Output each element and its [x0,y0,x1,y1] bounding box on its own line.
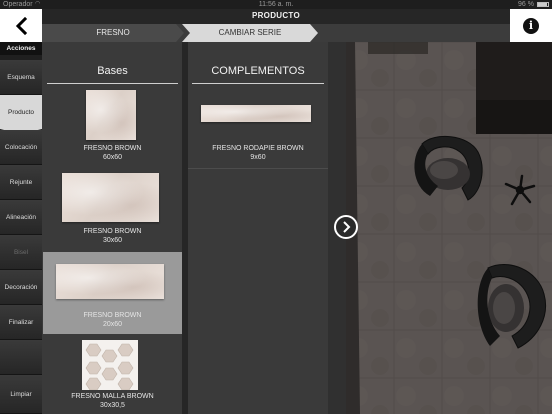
back-button[interactable] [0,9,42,42]
nav-item-label: Alineación [6,213,36,221]
info-button[interactable]: i [510,9,552,42]
battery-icon [537,2,549,7]
tile-size: 30x30,5 [100,402,125,409]
room-preview[interactable] [346,42,552,414]
app-root: Operador ◠ 11:56 a. m. 96 % PRODUCTO i F… [0,0,552,414]
nav-item-label: Bisel [13,248,29,256]
info-icon: i [523,17,539,34]
page-title: PRODUCTO [251,11,301,20]
change-series-button[interactable]: CAMBIAR SERIE [182,24,318,42]
tile-card[interactable]: FRESNO BROWN 60x60 [43,88,182,166]
nav-item-esquema[interactable]: Esquema [0,60,42,95]
tile-size: 60x60 [102,154,123,161]
bases-panel: Bases FRESNO BROWN 60x60 FRESNO BROWN 30… [43,42,182,414]
nav-item-label: Finalizar [8,318,34,326]
nav-item-label: Colocación [4,143,38,151]
battery-percent: 96 % [518,1,534,8]
tile-thumbnail [56,264,164,299]
tile-thumbnail [62,173,159,222]
tile-thumbnail [86,90,136,140]
next-button[interactable] [334,215,358,239]
tile-card[interactable]: FRESNO BROWN 30x60 [43,170,182,250]
chevron-left-icon [15,16,28,35]
tile-name: FRESNO MALLA BROWN [71,393,154,400]
tile-name: FRESNO BROWN [83,145,142,152]
nav-item-label: Rejunte [9,178,33,186]
nav-item-producto[interactable]: Producto [0,95,42,134]
tile-card[interactable]: FRESNO MALLA BROWN 30x30,5 [43,338,182,414]
nav-item-limpiar[interactable]: Limpiar [0,375,42,414]
hexagon-mosaic-thumbnail [82,340,138,390]
floor-render [346,42,552,414]
complement-size: 9x60 [250,154,266,161]
tile-size: 20x60 [102,321,123,328]
complement-name: FRESNO RODAPIE BROWN [212,145,304,152]
row-divider [188,168,328,169]
complement-card[interactable]: FRESNO RODAPIE BROWN 9x60 [188,102,328,166]
status-bar: Operador ◠ 11:56 a. m. 96 % [0,0,552,9]
complements-title: COMPLEMENTOS [211,65,305,77]
bases-title-divider [47,83,178,84]
clock-label: 11:56 a. m. [258,1,294,8]
nav-item-label: Decoración [4,283,38,291]
tile-name: FRESNO BROWN [83,312,142,319]
chevron-right-icon [343,221,351,233]
complements-title-divider [192,83,324,84]
nav-item-label: Esquema [7,73,35,81]
actions-heading: Acciones [0,42,42,55]
breadcrumb-series[interactable]: FRESNO [42,24,184,42]
nav-item-empty [0,340,42,375]
breadcrumb: FRESNO CAMBIAR SERIE [42,24,510,42]
nav-item-rejunte[interactable]: Rejunte [0,165,42,200]
complements-panel: COMPLEMENTOS FRESNO RODAPIE BROWN 9x60 [188,42,328,414]
tile-card-selected[interactable]: FRESNO BROWN 20x60 [43,252,182,334]
top-header: PRODUCTO [0,9,552,24]
nav-item-bisel[interactable]: Bisel [0,235,42,270]
nav-item-label: Producto [7,108,35,116]
nav-item-alineacion[interactable]: Alineación [0,200,42,235]
tile-name: FRESNO BROWN [83,228,142,235]
nav-item-colocacion[interactable]: Colocación [0,130,42,165]
nav-item-finalizar[interactable]: Finalizar [0,305,42,340]
nav-item-label: Limpiar [10,390,32,398]
nav-item-decoracion[interactable]: Decoración [0,270,42,305]
actions-sidebar: Acciones Esquema Producto Colocación Rej… [0,42,42,414]
complement-thumbnail [201,105,311,122]
bases-title: Bases [97,65,128,77]
tile-size: 30x60 [102,237,123,244]
